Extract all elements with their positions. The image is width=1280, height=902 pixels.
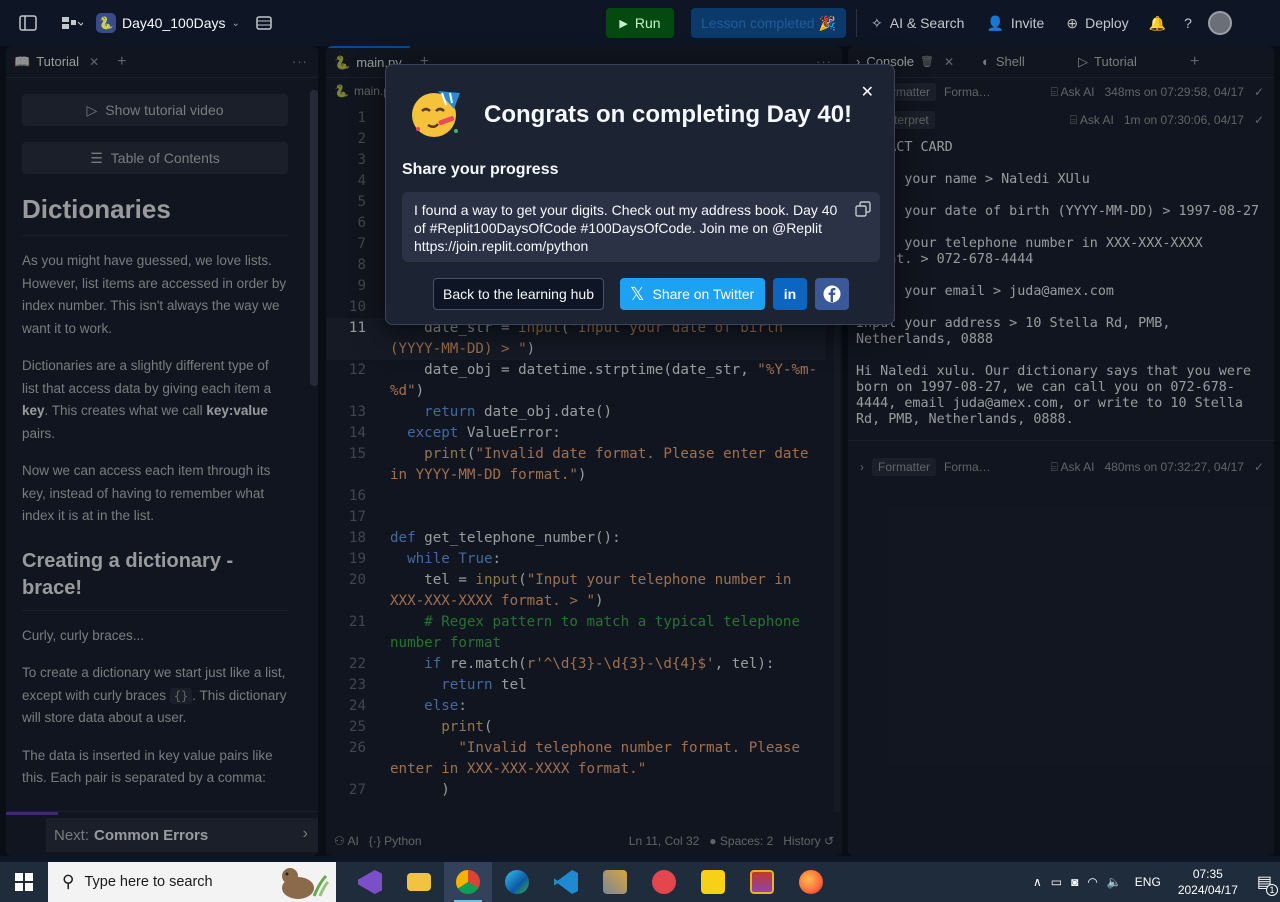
clock-date: 2024/04/17 xyxy=(1177,883,1238,897)
linkedin-icon[interactable]: in xyxy=(773,278,807,310)
party-face-icon xyxy=(408,85,464,141)
clock[interactable]: 07:35 2024/04/17 xyxy=(1178,866,1238,898)
python-icon: 🐍 xyxy=(96,13,116,33)
run-button[interactable]: ▶ Run xyxy=(606,8,674,38)
ai-search-label: AI & Search xyxy=(889,15,965,31)
lesson-completed-button[interactable]: Lesson completed 🎉 xyxy=(691,8,846,38)
share-text: I found a way to get your digits. Check … xyxy=(414,202,838,254)
language-indicator[interactable]: ENG xyxy=(1135,875,1161,889)
lesson-label: Lesson completed xyxy=(700,15,815,31)
add-user-icon: 👤 xyxy=(986,14,1004,31)
search-placeholder: Type here to search xyxy=(84,874,213,890)
facebook-icon[interactable] xyxy=(815,278,849,310)
search-icon: ⚲ xyxy=(62,872,75,891)
sidebar-toggle-icon[interactable] xyxy=(14,9,42,37)
visual-studio-icon[interactable] xyxy=(346,862,394,902)
congrats-modal: Congrats on completing Day 40! ✕ Share y… xyxy=(385,64,895,325)
wifi-icon[interactable]: ◠ xyxy=(1087,875,1097,889)
notifications-bell-icon[interactable]: 🔔 xyxy=(1143,8,1172,38)
windows-taskbar: ⚲ Type here to search ∧ ▭ ◙ ◠ 🔈 ENG 07:3… xyxy=(0,862,1280,902)
repl-info-icon[interactable] xyxy=(250,9,278,37)
media-app-icon[interactable] xyxy=(738,862,786,902)
share-text-box[interactable]: I found a way to get your digits. Check … xyxy=(402,192,880,262)
sticky-notes-icon[interactable] xyxy=(689,862,737,902)
windows-start-icon[interactable] xyxy=(0,862,48,902)
workspace-switch-icon[interactable] xyxy=(58,9,86,37)
file-explorer-icon[interactable] xyxy=(395,862,443,902)
deploy-label: Deploy xyxy=(1085,15,1129,31)
share-progress-label: Share your progress xyxy=(402,161,559,178)
vscode-icon[interactable] xyxy=(542,862,590,902)
search-highlight-image xyxy=(270,866,330,900)
system-tray: ∧ ▭ ◙ ◠ 🔈 ENG 07:35 2024/04/17 ▤ 1 xyxy=(1033,862,1280,902)
speaker-icon[interactable]: 🔈 xyxy=(1107,875,1122,889)
play-icon: ▶ xyxy=(619,17,628,30)
run-label: Run xyxy=(634,15,661,31)
notification-icon[interactable]: ▤ 1 xyxy=(1257,872,1278,896)
twitter-label: Share on Twitter xyxy=(652,286,755,302)
invite-button[interactable]: 👤 Invite xyxy=(978,8,1052,38)
divider xyxy=(856,9,857,37)
tools-icon[interactable] xyxy=(591,862,639,902)
sparkle-icon: ✧ xyxy=(871,14,883,31)
back-to-learning-hub-button[interactable]: Back to the learning hub xyxy=(433,278,604,310)
help-icon[interactable]: ? xyxy=(1178,8,1198,38)
taskbar-apps xyxy=(346,862,835,902)
party-icon: 🎉 xyxy=(818,14,837,31)
taskbar-search-input[interactable]: ⚲ Type here to search xyxy=(48,862,336,902)
avatar[interactable] xyxy=(1207,11,1232,35)
modal-actions: Back to the learning hub 𝕏 Share on Twit… xyxy=(433,278,849,310)
share-on-twitter-button[interactable]: 𝕏 Share on Twitter xyxy=(620,278,765,310)
chevron-down-icon: ⌄ xyxy=(231,17,240,29)
x-logo-icon: 𝕏 xyxy=(630,283,645,304)
repl-name-dropdown[interactable]: 🐍 Day40_100Days ⌄ xyxy=(96,13,240,33)
deploy-icon: ⊕ xyxy=(1066,14,1079,31)
clock-time: 07:35 xyxy=(1192,867,1223,881)
copy-icon[interactable] xyxy=(855,201,871,221)
modal-title: Congrats on completing Day 40! xyxy=(484,101,853,128)
chrome-icon[interactable] xyxy=(444,862,492,902)
top-bar: 🐍 Day40_100Days ⌄ ▶ Run Lesson completed… xyxy=(0,0,1280,46)
snipping-tool-icon[interactable] xyxy=(640,862,688,902)
chevron-up-icon[interactable]: ∧ xyxy=(1033,875,1042,889)
deploy-button[interactable]: ⊕ Deploy xyxy=(1058,8,1136,38)
notification-count: 1 xyxy=(1266,884,1278,896)
close-icon[interactable]: ✕ xyxy=(861,82,874,102)
firefox-icon[interactable] xyxy=(787,862,835,902)
battery-icon[interactable]: ▭ xyxy=(1051,875,1062,889)
repl-name: Day40_100Days xyxy=(122,15,226,31)
invite-label: Invite xyxy=(1010,15,1045,31)
edge-icon[interactable] xyxy=(493,862,541,902)
camera-icon[interactable]: ◙ xyxy=(1071,875,1078,889)
ai-search-button[interactable]: ✧ AI & Search xyxy=(863,8,972,38)
